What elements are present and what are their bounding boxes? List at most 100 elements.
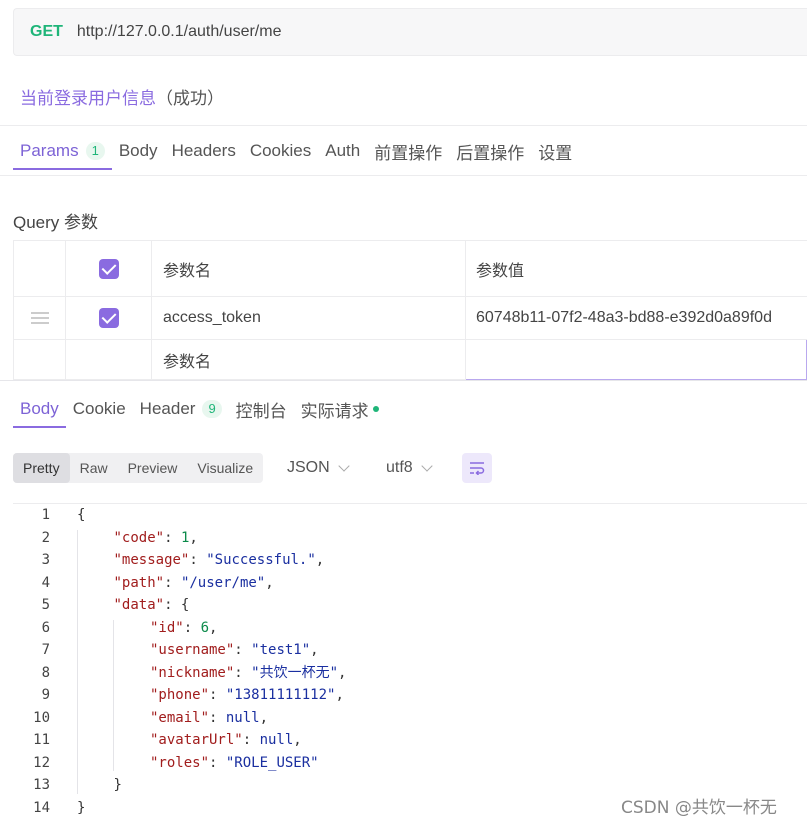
- code-token: :: [209, 754, 226, 771]
- divider: [0, 125, 807, 126]
- response-tab-body[interactable]: Body: [13, 392, 66, 428]
- indent-guide: [113, 619, 114, 771]
- code-token: ,: [265, 574, 274, 591]
- view-visualize-button[interactable]: Visualize: [187, 453, 263, 483]
- view-raw-button[interactable]: Raw: [70, 453, 118, 483]
- code-token: ,: [189, 529, 198, 546]
- code-token: "/user/me": [180, 574, 266, 591]
- code-token: ,: [338, 664, 347, 681]
- code-token: }: [113, 777, 122, 793]
- line-number: 5: [41, 597, 50, 613]
- response-tab-actual-request[interactable]: 实际请求: [294, 392, 386, 426]
- status-dot-icon: [372, 406, 379, 412]
- code-text: "data": {: [114, 594, 190, 617]
- code-text: "phone": "13811111112",: [150, 684, 344, 707]
- code-token: ,: [315, 552, 325, 568]
- new-param-value-input[interactable]: [465, 339, 807, 380]
- tab-headers[interactable]: Headers: [165, 134, 243, 168]
- param-value[interactable]: 60748b11-07f2-48a3-bd88-e392d0a89f0d: [465, 296, 807, 340]
- code-line: 7 "username": "test1",: [13, 639, 807, 662]
- code-line: 2 "code": 1,: [13, 527, 807, 550]
- table-header-row: 参数名 参数值: [13, 240, 807, 297]
- param-enabled-checkbox[interactable]: [98, 308, 119, 328]
- url-bar[interactable]: GET http://127.0.0.1/auth/user/me: [13, 8, 807, 56]
- code-text: "code": 1,: [114, 527, 198, 550]
- format-select[interactable]: JSON: [287, 455, 350, 481]
- params-count-badge: 1: [85, 142, 105, 160]
- code-token: :: [242, 732, 260, 748]
- line-number: 4: [41, 574, 50, 591]
- chevron-down-icon: [421, 460, 433, 472]
- code-token: "avatarUrl": [150, 732, 243, 748]
- new-param-name-input[interactable]: 参数名: [151, 339, 466, 380]
- response-tab-header[interactable]: Header 9: [133, 392, 229, 426]
- code-text: "username": "test1",: [150, 639, 319, 662]
- view-preview-button[interactable]: Preview: [118, 453, 188, 483]
- line-number: 2: [41, 529, 50, 546]
- tab-params-label: Params: [20, 141, 79, 160]
- code-token: "message": [113, 552, 190, 568]
- code-text: "id": 6,: [150, 617, 217, 640]
- api-name: 当前登录用户信息: [20, 89, 156, 108]
- code-token: "roles": [150, 754, 210, 771]
- code-line: 1{: [13, 504, 807, 527]
- api-title: 当前登录用户信息（成功）: [20, 84, 224, 109]
- code-token: null: [259, 732, 294, 748]
- indent-guide: [77, 529, 78, 794]
- code-line: 9 "phone": "13811111112",: [13, 684, 807, 707]
- code-token: "13811111112": [225, 687, 336, 703]
- code-text: "email": null,: [150, 707, 268, 730]
- code-token: "Successful.": [206, 552, 316, 568]
- tab-params[interactable]: Params 1: [13, 134, 112, 170]
- tab-post-operation[interactable]: 后置操作: [449, 134, 531, 168]
- code-token: :: [189, 552, 207, 568]
- panel-divider: [0, 380, 807, 381]
- encoding-select[interactable]: utf8: [386, 455, 433, 481]
- code-text: "message": "Successful.",: [114, 549, 325, 572]
- code-token: "test1": [251, 642, 311, 658]
- http-method[interactable]: GET: [30, 23, 63, 41]
- code-token: "username": [150, 642, 235, 658]
- code-token: "email": [150, 709, 210, 726]
- response-tab-console[interactable]: 控制台: [229, 392, 294, 426]
- tab-body[interactable]: Body: [112, 134, 165, 168]
- code-token: "ROLE_USER": [225, 754, 319, 771]
- code-line: 11 "avatarUrl": null,: [13, 729, 807, 752]
- response-tab-actual-request-label: 实际请求: [300, 401, 369, 421]
- url-input[interactable]: http://127.0.0.1/auth/user/me: [77, 23, 282, 41]
- code-token: 6: [200, 619, 210, 636]
- view-pretty-button[interactable]: Pretty: [13, 453, 70, 483]
- code-token: :: [164, 574, 181, 591]
- code-token: ,: [310, 642, 319, 658]
- code-token: ,: [259, 709, 269, 726]
- table-row: access_token 60748b11-07f2-48a3-bd88-e39…: [13, 296, 807, 340]
- line-number: 3: [41, 552, 50, 568]
- code-token: "code": [113, 529, 165, 546]
- select-all-checkbox[interactable]: [98, 258, 119, 279]
- response-body-code[interactable]: 1{2 "code": 1, 3 "message": "Successful.", 4…: [13, 503, 807, 824]
- code-text: "roles": "ROLE_USER": [150, 752, 319, 775]
- code-line: 3 "message": "Successful.",: [13, 549, 807, 572]
- tab-auth[interactable]: Auth: [318, 134, 367, 168]
- tab-pre-operation[interactable]: 前置操作: [367, 134, 449, 168]
- drag-handle-icon[interactable]: [30, 311, 49, 324]
- watermark: CSDN @共饮一杯无: [621, 798, 777, 818]
- code-text: }: [114, 774, 122, 797]
- code-token: "共饮一杯无": [251, 664, 339, 681]
- code-token: :: [209, 709, 226, 726]
- code-token: "phone": [150, 687, 210, 703]
- line-number: 7: [41, 642, 50, 658]
- word-wrap-button[interactable]: [462, 453, 492, 483]
- drag-column-header: [13, 240, 66, 297]
- code-line: 8 "nickname": "共饮一杯无",: [13, 662, 807, 685]
- code-token: {: [77, 507, 86, 523]
- param-name[interactable]: access_token: [151, 296, 466, 340]
- tab-cookies[interactable]: Cookies: [243, 134, 318, 168]
- divider: [0, 175, 807, 176]
- line-number: 1: [41, 507, 50, 523]
- code-text: }: [77, 797, 85, 820]
- response-tab-cookie[interactable]: Cookie: [66, 392, 133, 426]
- code-text: "nickname": "共饮一杯无",: [150, 662, 346, 685]
- tab-settings[interactable]: 设置: [531, 134, 579, 168]
- request-tabs: Params 1 Body Headers Cookies Auth 前置操作 后…: [13, 134, 579, 170]
